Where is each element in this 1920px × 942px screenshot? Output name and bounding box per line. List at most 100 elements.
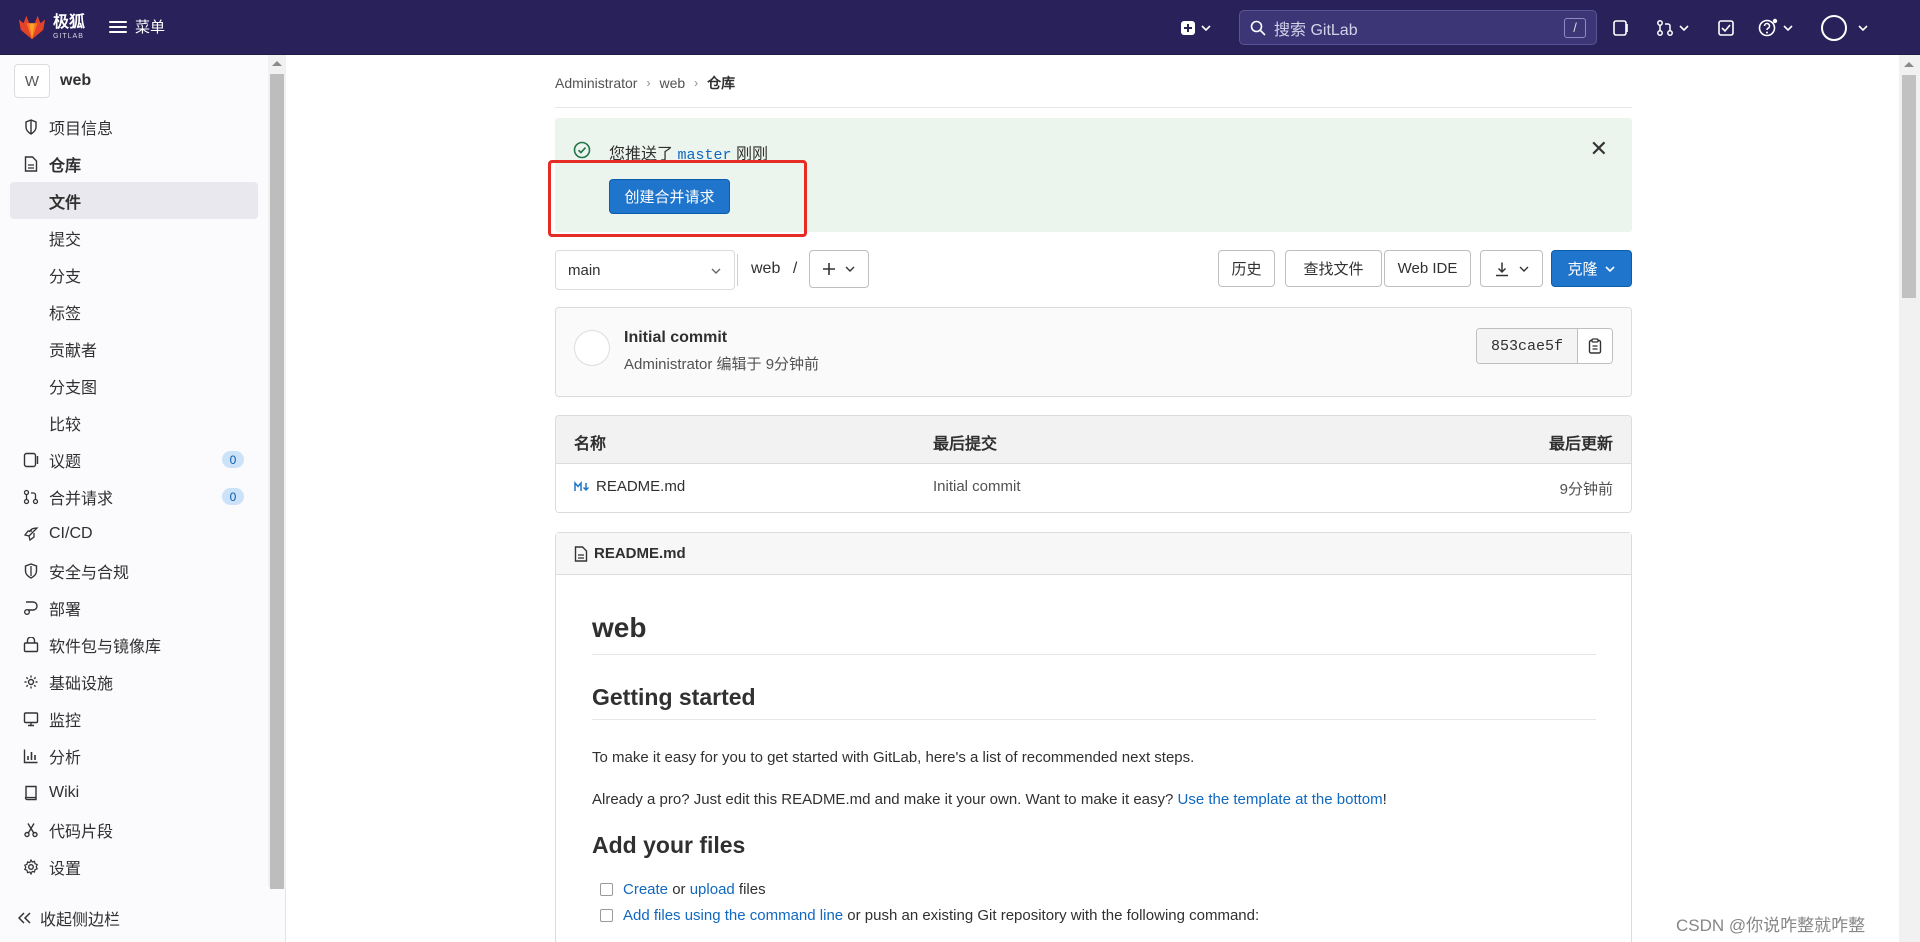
help-nav-button[interactable] xyxy=(1758,16,1794,40)
brand-logo-link[interactable]: 极狐 GITLAB xyxy=(17,12,85,42)
chevron-down-icon xyxy=(1858,25,1868,32)
template-link[interactable]: Use the template at the bottom xyxy=(1178,791,1383,808)
sidebar-item-branches[interactable]: 分支 xyxy=(10,256,258,293)
breadcrumb-chevron-icon: › xyxy=(646,76,651,90)
sidebar-item-deployments[interactable]: 部署 xyxy=(10,589,258,626)
project-name: web xyxy=(60,72,92,89)
sidebar-item-issues[interactable]: 议题 0 xyxy=(10,441,258,478)
search-input[interactable]: 搜索 GitLab / xyxy=(1239,10,1597,45)
chevron-down-icon xyxy=(1679,25,1689,32)
breadcrumb-chevron-icon: › xyxy=(694,76,699,90)
user-menu-button[interactable] xyxy=(1821,15,1869,41)
task-checkbox[interactable] xyxy=(600,883,613,896)
find-file-button[interactable]: 查找文件 xyxy=(1285,250,1382,287)
sidebar-item-label: 代码片段 xyxy=(49,823,114,841)
task-text: files xyxy=(734,881,766,898)
sidebar-item-contributors[interactable]: 贡献者 xyxy=(10,330,258,367)
sidebar-item-snippets[interactable]: 代码片段 xyxy=(10,811,258,848)
sidebar-item-tags[interactable]: 标签 xyxy=(10,293,258,330)
todos-nav-button[interactable] xyxy=(1717,16,1735,40)
task-checkbox[interactable] xyxy=(600,909,613,922)
sidebar-scrollbar[interactable] xyxy=(268,55,286,889)
brand-name: 极狐 xyxy=(53,13,86,31)
download-dropdown[interactable] xyxy=(1480,250,1543,287)
page-scrollbar-thumb[interactable] xyxy=(1902,75,1916,298)
sidebar-item-packages[interactable]: 软件包与镜像库 xyxy=(10,626,258,663)
readme-h2-getting-started: Getting started xyxy=(592,684,1596,720)
chevron-down-icon xyxy=(1201,25,1211,32)
sidebar-item-settings[interactable]: 设置 xyxy=(10,848,258,885)
shield-icon xyxy=(23,562,39,579)
search-icon xyxy=(1250,20,1266,36)
sidebar-item-label: 基础设施 xyxy=(49,675,114,693)
command-line-link[interactable]: Add files using the command line xyxy=(623,907,843,924)
search-placeholder: 搜索 GitLab xyxy=(1274,21,1358,39)
document-icon xyxy=(23,155,39,172)
page-scrollbar[interactable] xyxy=(1899,55,1920,942)
branch-selector[interactable]: main xyxy=(555,250,735,290)
sidebar-item-merge-requests[interactable]: 合并请求 0 xyxy=(10,478,258,515)
close-icon[interactable]: ✕ xyxy=(1590,138,1608,160)
task-list-item: Create or upload files xyxy=(600,881,766,898)
sidebar-item-analytics[interactable]: 分析 xyxy=(10,737,258,774)
menu-label: 菜单 xyxy=(135,19,166,36)
commit-author-link[interactable]: Administrator xyxy=(624,356,712,373)
breadcrumb-current[interactable]: 仓库 xyxy=(707,73,735,93)
commit-sha-button[interactable]: 853cae5f xyxy=(1477,329,1578,363)
sidebar-item-project-info[interactable]: 项目信息 xyxy=(10,108,258,145)
chevron-down-icon xyxy=(1783,25,1793,32)
sidebar-item-graph[interactable]: 分支图 xyxy=(10,367,258,404)
clone-dropdown-button[interactable]: 克隆 xyxy=(1551,250,1632,287)
web-ide-button[interactable]: Web IDE xyxy=(1384,250,1471,287)
readme-paragraph-end: ! xyxy=(1382,791,1387,808)
sidebar-item-compare[interactable]: 比较 xyxy=(10,404,258,441)
sidebar-item-repository[interactable]: 仓库 xyxy=(10,145,258,182)
file-icon xyxy=(574,545,588,562)
sidebar-item-security[interactable]: 安全与合规 xyxy=(10,552,258,589)
info-icon xyxy=(23,118,39,135)
scroll-up-arrow-icon[interactable] xyxy=(1904,62,1914,67)
plus-square-icon xyxy=(1181,21,1195,35)
sidebar-item-label: 文件 xyxy=(49,194,82,212)
collapse-sidebar-button[interactable]: 收起侧边栏 xyxy=(18,906,120,930)
file-name-link[interactable]: README.md xyxy=(596,478,685,495)
readme-filename[interactable]: README.md xyxy=(594,545,686,562)
menu-button[interactable]: 菜单 xyxy=(109,16,165,37)
sidebar-scrollbar-thumb[interactable] xyxy=(270,74,284,889)
new-item-dropdown[interactable] xyxy=(1180,16,1212,40)
breadcrumb-item[interactable]: web xyxy=(659,75,685,91)
add-to-tree-dropdown[interactable] xyxy=(809,250,869,288)
chevron-down-icon xyxy=(711,268,721,274)
sidebar-item-commits[interactable]: 提交 xyxy=(10,219,258,256)
sidebar-item-monitor[interactable]: 监控 xyxy=(10,700,258,737)
sidebar-item-label: 仓库 xyxy=(49,157,82,175)
highlight-annotation-box xyxy=(548,160,807,237)
commit-title-link[interactable]: Initial commit xyxy=(624,329,727,347)
scroll-up-arrow-icon[interactable] xyxy=(272,61,282,66)
sidebar-item-cicd[interactable]: CI/CD xyxy=(10,515,258,552)
create-link[interactable]: Create xyxy=(623,881,668,898)
sidebar-item-label: 标签 xyxy=(49,305,82,323)
history-button[interactable]: 历史 xyxy=(1218,250,1275,287)
file-last-commit-link[interactable]: Initial commit xyxy=(933,478,1021,495)
issues-count-badge: 0 xyxy=(222,451,244,468)
commit-author-avatar[interactable] xyxy=(574,330,610,366)
upload-link[interactable]: upload xyxy=(690,881,735,898)
sidebar-item-wiki[interactable]: Wiki xyxy=(10,774,258,811)
sidebar-project-header[interactable]: W web xyxy=(14,64,91,98)
copy-sha-button[interactable] xyxy=(1578,329,1612,363)
issues-nav-button[interactable] xyxy=(1612,16,1630,40)
merge-requests-nav-button[interactable] xyxy=(1656,16,1690,40)
repo-path-root[interactable]: web xyxy=(751,260,780,277)
sidebar-item-files[interactable]: 文件 xyxy=(10,182,258,219)
merge-requests-count-badge: 0 xyxy=(222,488,244,505)
sidebar-item-infrastructure[interactable]: 基础设施 xyxy=(10,663,258,700)
rocket-icon xyxy=(23,526,39,542)
hamburger-icon xyxy=(109,20,127,34)
readme-h2-add-files: Add your files xyxy=(592,832,746,858)
commit-time: 编辑于 9分钟前 xyxy=(716,356,820,373)
chart-icon xyxy=(23,748,39,764)
package-icon xyxy=(23,636,39,653)
table-row[interactable]: README.md Initial commit 9分钟前 xyxy=(556,464,1631,512)
breadcrumb-item[interactable]: Administrator xyxy=(555,75,637,91)
